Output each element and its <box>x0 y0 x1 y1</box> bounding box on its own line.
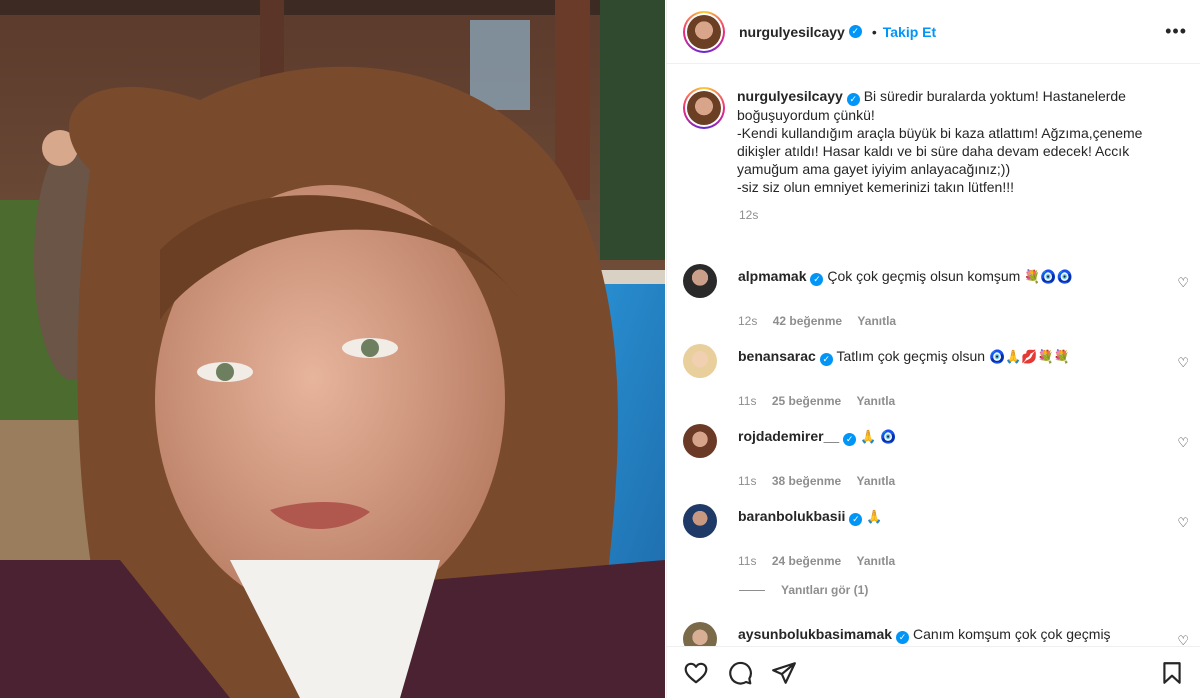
commenter-avatar[interactable] <box>683 504 717 538</box>
comment-meta: 11s 24 beğenme Yanıtla <box>738 554 1189 568</box>
verified-badge-icon: ✓ <box>896 631 910 644</box>
commenter-avatar[interactable] <box>683 264 717 298</box>
comment-emoji: 💐🧿🧿 <box>1024 270 1073 285</box>
commenter-username[interactable]: benansarac <box>738 348 816 364</box>
commenter-avatar[interactable] <box>683 622 717 646</box>
verified-badge-icon: ✓ <box>849 513 863 526</box>
post-header: nurgulyesilcayy ✓ • Takip Et ••• <box>667 0 1200 64</box>
post-caption: nurgulyesilcayy ✓ Bi süredir buralarda yo… <box>667 65 1200 196</box>
comment-icon[interactable] <box>727 660 753 686</box>
reply-button[interactable]: Yanıtla <box>857 394 896 408</box>
post-panel: nurgulyesilcayy ✓ • Takip Et ••• nurguly… <box>666 0 1200 698</box>
caption-avatar[interactable] <box>683 87 725 129</box>
comment-time: 12s <box>738 314 758 328</box>
heart-icon[interactable] <box>683 660 709 686</box>
replies-divider <box>739 589 765 591</box>
comment-likes[interactable]: 24 beğenme <box>772 554 841 568</box>
comment-meta: 11s 25 beğenme Yanıtla <box>738 394 1189 408</box>
follow-button[interactable]: Takip Et <box>883 24 936 40</box>
reply-button[interactable]: Yanıtla <box>857 554 896 568</box>
comment-meta: 11s 38 beğenme Yanıtla <box>738 474 1189 488</box>
selfie-image <box>0 0 665 698</box>
verified-badge-icon: ✓ <box>819 353 833 366</box>
verified-badge-icon: ✓ <box>846 93 860 106</box>
more-options-icon[interactable]: ••• <box>1165 21 1187 42</box>
verified-badge-icon: ✓ <box>848 25 862 38</box>
comment-time: 11s <box>738 474 757 488</box>
comment-time: 11s <box>738 554 757 568</box>
comment-emoji: 🙏 <box>866 510 883 525</box>
commenter-username[interactable]: rojdademirer__ <box>738 428 839 444</box>
view-replies-label: Yanıtları gör (1) <box>781 583 869 597</box>
post-photo <box>0 0 665 698</box>
comment-likes[interactable]: 42 beğenme <box>773 314 842 328</box>
reply-button[interactable]: Yanıtla <box>857 474 896 488</box>
comment-like-heart-icon[interactable]: ♡ <box>1177 355 1189 371</box>
caption-time: 12s <box>739 208 759 222</box>
author-username[interactable]: nurgulyesilcayy <box>739 24 845 40</box>
comment-like-heart-icon[interactable]: ♡ <box>1177 515 1189 531</box>
caption-text: Bi süredir buralarda yoktum! Hastanelerd… <box>737 88 1143 195</box>
comment-like-heart-icon[interactable]: ♡ <box>1177 275 1189 291</box>
comment-emoji: 🙏 🧿 <box>860 430 897 445</box>
commenter-avatar[interactable] <box>683 424 717 458</box>
comment-emoji: 🧿🙏💋💐💐 <box>988 350 1070 365</box>
comment-item: alpmamak ✓ Çok çok geçmiş olsun komşum 💐🧿… <box>683 264 1189 328</box>
comment-likes[interactable]: 38 beğenme <box>772 474 841 488</box>
comment-item: rojdademirer__ ✓ 🙏 🧿 11s 38 beğenme Yanıt… <box>683 424 1189 488</box>
comment-text: Canım komşum çok çok geçmiş <box>912 626 1111 642</box>
verified-badge-icon: ✓ <box>843 433 857 446</box>
comment-item: baranbolukbasii ✓ 🙏 11s 24 beğenme Yanıtl… <box>683 504 1189 568</box>
comments-scroll-area[interactable]: nurgulyesilcayy ✓ Bi süredir buralarda yo… <box>667 65 1200 646</box>
comment-text: Çok çok geçmiş olsun komşum <box>827 268 1021 284</box>
caption-username[interactable]: nurgulyesilcayy <box>737 88 843 104</box>
view-replies-button[interactable]: Yanıtları gör (1) <box>739 583 868 597</box>
post-actions-bar <box>667 646 1200 698</box>
comment-item: benansarac ✓ Tatlım çok geçmiş olsun 🧿🙏💋💐… <box>683 344 1189 408</box>
verified-badge-icon: ✓ <box>810 273 824 286</box>
reply-button[interactable]: Yanıtla <box>857 314 896 328</box>
bookmark-icon[interactable] <box>1159 660 1185 686</box>
comment-likes[interactable]: 25 beğenme <box>772 394 841 408</box>
commenter-avatar[interactable] <box>683 344 717 378</box>
comment-like-heart-icon[interactable]: ♡ <box>1177 435 1189 451</box>
comment-item: aysunbolukbasimamak ✓ Canım komşum çok ço… <box>683 622 1189 646</box>
commenter-username[interactable]: aysunbolukbasimamak <box>738 626 892 642</box>
commenter-username[interactable]: alpmamak <box>738 268 806 284</box>
share-icon[interactable] <box>771 660 797 686</box>
comment-text: Tatlım çok geçmiş olsun <box>836 348 986 364</box>
commenter-username[interactable]: baranbolukbasii <box>738 508 845 524</box>
comment-time: 11s <box>738 394 757 408</box>
author-avatar[interactable] <box>683 10 725 53</box>
separator-dot: • <box>871 23 877 40</box>
comment-like-heart-icon[interactable]: ♡ <box>1177 633 1189 646</box>
comment-meta: 12s 42 beğenme Yanıtla <box>738 314 1189 328</box>
